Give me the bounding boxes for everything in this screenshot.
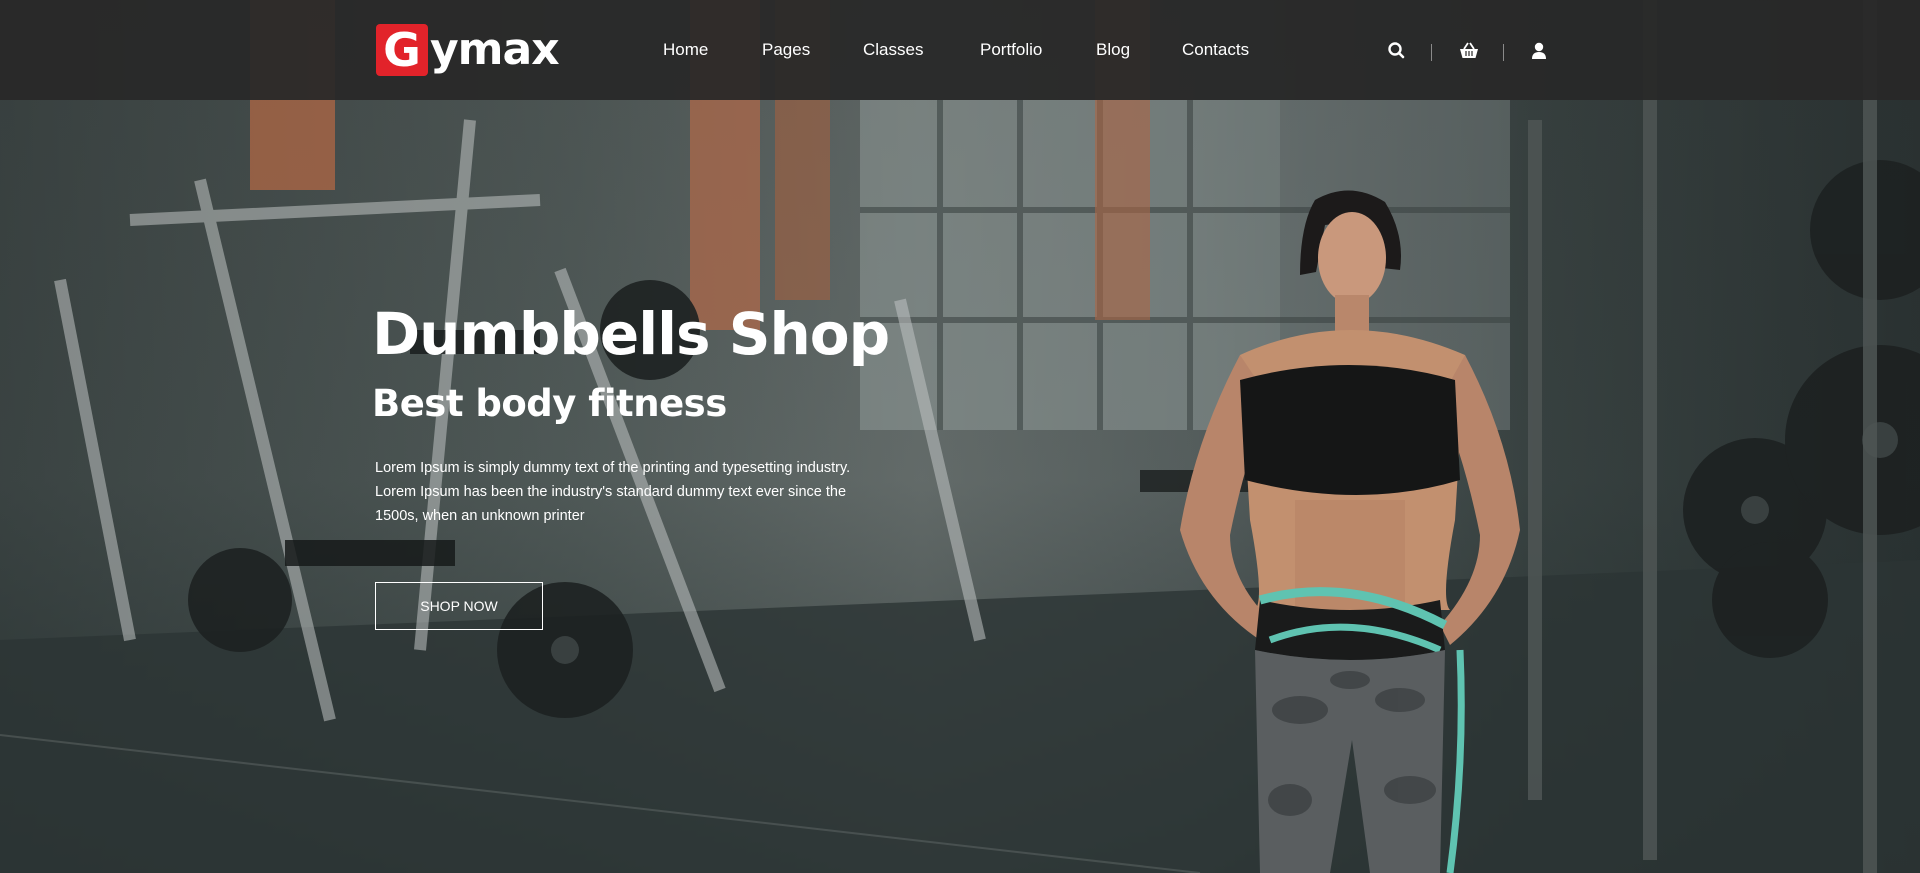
nav-item-pages[interactable]: Pages [762,40,810,60]
nav-item-classes[interactable]: Classes [863,40,923,60]
shop-now-button[interactable]: SHOP NOW [375,582,543,630]
search-icon[interactable] [1386,40,1408,62]
hero-description-line: Lorem Ipsum has been the industry's stan… [375,484,847,500]
fitness-model-image [1180,190,1520,873]
hero-title: Dumbbells Shop [372,300,890,368]
hero-description-line: 1500s, when an unknown printer [375,508,585,524]
hero-description-line: Lorem Ipsum is simply dummy text of the … [375,460,851,476]
site-header: G ymax Home Pages Classes Portfolio Blog… [0,0,1920,100]
gym-background-image [0,0,1920,873]
hero-subtitle: Best body fitness [372,382,727,425]
main-nav: Home Pages Classes Portfolio Blog Contac… [0,0,1920,100]
header-divider [1431,44,1432,61]
basket-icon[interactable] [1458,40,1480,62]
hero-description: Lorem Ipsum is simply dummy text of the … [375,456,915,528]
nav-item-portfolio[interactable]: Portfolio [980,40,1042,60]
nav-item-home[interactable]: Home [663,40,708,60]
user-icon[interactable] [1528,40,1550,62]
nav-item-contacts[interactable]: Contacts [1182,40,1249,60]
header-divider [1503,44,1504,61]
nav-item-blog[interactable]: Blog [1096,40,1130,60]
